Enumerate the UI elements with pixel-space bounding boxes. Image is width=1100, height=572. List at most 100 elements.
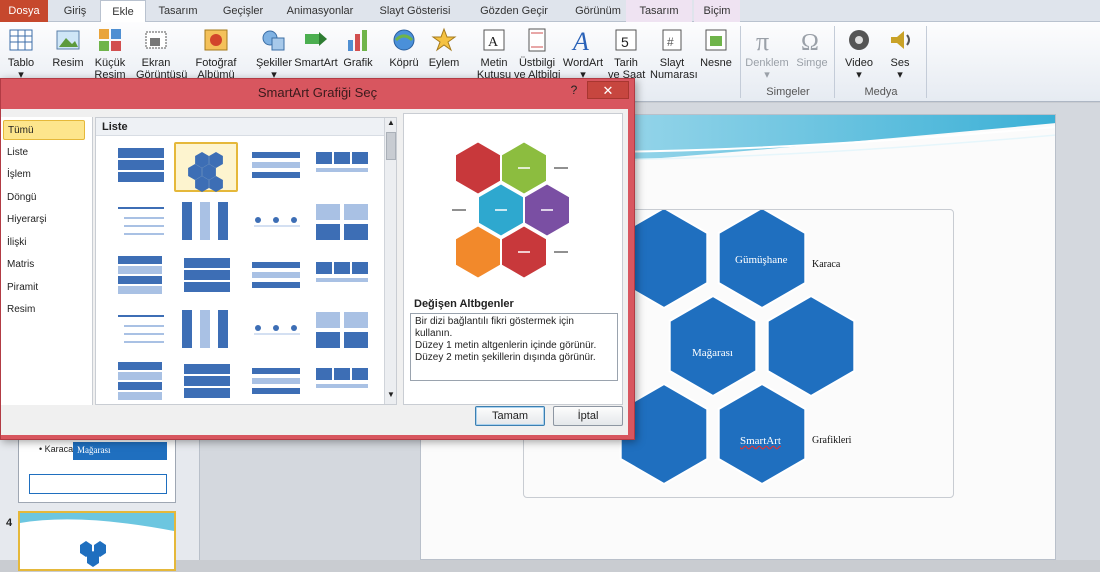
side-label-karaca[interactable]: Karaca <box>812 259 840 270</box>
layout-thumbnail[interactable] <box>108 198 172 248</box>
layout-thumbnail[interactable] <box>310 198 374 248</box>
layout-thumbnail[interactable] <box>244 142 308 192</box>
tab-7[interactable]: Slayt Gösterisi <box>364 0 466 22</box>
scroll-up-icon[interactable]: ▲ <box>386 118 396 130</box>
layout-thumbnail-graphic <box>118 148 164 182</box>
slide-hexagon <box>668 294 758 398</box>
video-icon <box>849 30 869 50</box>
side-label-grafikleri[interactable]: Grafikleri <box>812 435 851 446</box>
preview-desc-line: Bir dizi bağlantılı fikri göstermek için… <box>415 316 574 339</box>
group-label-symbols: Simgeler <box>766 86 810 98</box>
svg-text:A: A <box>488 35 499 50</box>
category-item-3[interactable]: İşlem <box>3 165 85 185</box>
ribbon-button-label: Ekran <box>141 57 171 69</box>
layout-gallery[interactable]: Liste ▲ ▼ <box>95 117 397 405</box>
layout-thumbnail-graphic <box>182 202 228 240</box>
smartart-dialog[interactable]: SmartArt Grafiği Seç ? ✕ Tümü Liste İşlem D… <box>0 78 635 440</box>
tab-9[interactable]: Görünüm <box>562 0 634 22</box>
layout-thumbnail-graphic <box>182 310 228 348</box>
slide-hexagon <box>717 382 807 486</box>
ribbon-button-label: Tarih <box>614 57 638 69</box>
layout-thumbnail[interactable] <box>108 252 172 302</box>
layout-thumbnail-graphic <box>252 152 300 178</box>
audio-icon <box>891 31 910 49</box>
ribbon-button-label: Nesne <box>700 57 732 69</box>
tab-5[interactable]: Geçişler <box>210 0 276 22</box>
hex-label-gumushane[interactable]: Gümüşhane <box>735 254 788 266</box>
category-item-8[interactable]: Piramit <box>3 278 85 298</box>
hex-label-smartart[interactable]: SmartArt <box>740 435 781 447</box>
preview-graphic <box>452 141 570 279</box>
layout-thumbnail-graphic <box>316 204 368 240</box>
layout-thumbnail[interactable] <box>244 358 308 404</box>
layout-alternating-hexagons[interactable] <box>174 142 238 192</box>
textbox-icon: A <box>483 29 505 51</box>
category-item-5[interactable]: Hiyerarşi <box>3 210 85 230</box>
ribbon-button-label: Video <box>845 57 873 69</box>
cancel-button[interactable]: İptal <box>553 406 623 426</box>
slide-thumbnail-3[interactable]: • Karaca Mağarası <box>18 433 176 503</box>
layout-thumbnail[interactable] <box>108 358 172 404</box>
tab-8[interactable]: Gözden Geçir <box>466 0 562 22</box>
layout-thumbnail[interactable] <box>244 252 308 302</box>
layout-thumbnail[interactable] <box>174 358 238 404</box>
header-footer-icon <box>528 28 546 52</box>
ribbon-button-label: Grafik <box>343 57 373 69</box>
category-item-1[interactable]: Tümü <box>3 120 85 140</box>
ok-button[interactable]: Tamam <box>475 406 545 426</box>
gallery-header: Liste <box>96 118 384 136</box>
ribbon-button-label: Tablo <box>7 57 35 69</box>
preview-pane: Değişen Altbgenler Bir dizi bağlantılı f… <box>403 113 623 405</box>
slide-thumbnail-4[interactable] <box>18 511 176 571</box>
layout-thumbnail[interactable] <box>310 306 374 356</box>
scroll-down-icon[interactable]: ▼ <box>386 390 396 402</box>
category-item-6[interactable]: İlişki <box>3 233 85 253</box>
category-item-7[interactable]: Matris <box>3 255 85 275</box>
ribbon-button-16[interactable]: Nesne <box>696 24 736 96</box>
ribbon-button-sublabel: ▾ <box>856 69 862 81</box>
help-icon[interactable]: ? <box>567 83 581 101</box>
tab-11[interactable]: Biçim <box>694 0 740 22</box>
ribbon-button-label: Üstbilgi <box>518 57 556 69</box>
tab-4[interactable]: Tasarım <box>146 0 210 22</box>
photo-album-icon <box>204 29 228 51</box>
category-item-2[interactable]: Liste <box>3 143 85 163</box>
dialog-title[interactable]: SmartArt Grafiği Seç <box>1 79 634 107</box>
tab-3[interactable]: Ekle <box>100 0 146 23</box>
layout-thumbnail[interactable] <box>108 306 172 356</box>
category-list[interactable]: Tümü Liste İşlem Döngü Hiyerarşi İlişki Matris… <box>1 117 93 405</box>
tab-2[interactable]: Giriş <box>52 0 98 22</box>
layout-thumbnail-graphic <box>316 368 368 388</box>
layout-thumbnail[interactable] <box>174 306 238 356</box>
layout-thumbnail-graphic <box>316 312 368 348</box>
svg-text:π: π <box>756 27 769 54</box>
action-icon <box>431 27 457 52</box>
ribbon-button-15[interactable]: # Slayt Numarası <box>650 24 698 96</box>
layout-thumbnail[interactable] <box>174 198 238 248</box>
preview-hexagon <box>455 225 501 279</box>
tab-1[interactable]: Dosya <box>0 0 48 22</box>
hex-label-magarasi[interactable]: Mağarası <box>692 347 733 359</box>
category-item-9[interactable]: Resim <box>3 300 85 320</box>
layout-thumbnail[interactable] <box>244 306 308 356</box>
smartart-icon <box>305 32 327 46</box>
close-button[interactable]: ✕ <box>587 81 629 99</box>
scroll-thumb[interactable] <box>386 132 396 160</box>
layout-thumbnail-graphic <box>118 256 162 294</box>
layout-thumbnail[interactable] <box>310 358 374 404</box>
ribbon-button-label: Resim <box>52 57 84 69</box>
layout-thumbnail[interactable] <box>310 252 374 302</box>
layout-thumbnail-graphic <box>118 315 164 343</box>
tab-6[interactable]: Animasyonlar <box>276 0 364 22</box>
ribbon-button-label: Denklem <box>745 57 789 69</box>
layout-thumbnail[interactable] <box>108 142 172 192</box>
layout-thumbnail[interactable] <box>244 198 308 248</box>
layout-thumbnail-graphic <box>316 262 368 282</box>
layout-thumbnail[interactable] <box>310 142 374 192</box>
category-item-4[interactable]: Döngü <box>3 188 85 208</box>
picture-icon <box>56 30 80 50</box>
preview-hexagon <box>455 141 501 195</box>
layout-thumbnail[interactable] <box>174 252 238 302</box>
gallery-scrollbar[interactable]: ▲ ▼ <box>384 118 396 404</box>
tab-10[interactable]: Tasarım <box>626 0 692 22</box>
